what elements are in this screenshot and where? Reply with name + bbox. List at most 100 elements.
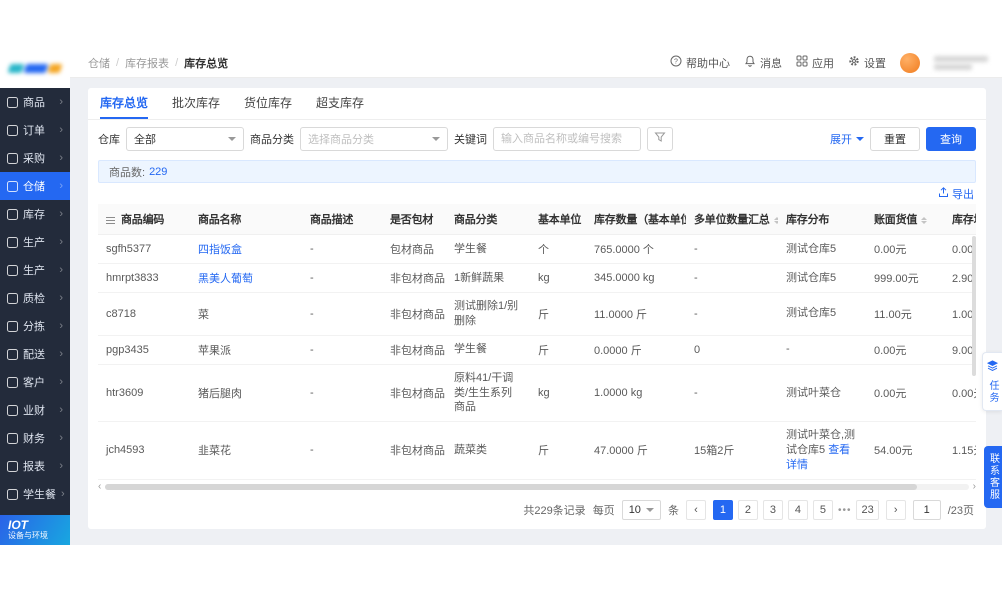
cell-value: 0.00元	[866, 234, 944, 264]
sidebar-item-6[interactable]: 生产 ›	[0, 256, 70, 284]
column-header-10[interactable]: 库存均价	[944, 204, 976, 235]
sidebar-item-11[interactable]: 业财 ›	[0, 396, 70, 424]
sidebar-item-5[interactable]: 生产 ›	[0, 228, 70, 256]
product-name-link[interactable]: 四指饭盒	[198, 244, 242, 256]
column-header-6[interactable]: 库存数量（基本单位）	[586, 204, 686, 235]
sidebar-item-label: 采购	[23, 153, 45, 165]
cell-name: 猪后腿肉	[190, 364, 302, 423]
pager-ellipsis[interactable]: •••	[838, 505, 852, 516]
chevron-right-icon: ›	[59, 207, 63, 220]
tasks-float-button[interactable]: 任务	[982, 352, 1002, 411]
chevron-right-icon: ›	[59, 403, 63, 416]
export-button[interactable]: 导出	[938, 186, 974, 202]
breadcrumb-separator: /	[175, 56, 179, 69]
column-header-8: 库存分布	[778, 204, 866, 235]
sidebar-item-9[interactable]: 配送 ›	[0, 340, 70, 368]
sidebar-item-3[interactable]: 仓储 ›	[0, 172, 70, 200]
column-settings-icon[interactable]	[106, 216, 115, 224]
sort-icon[interactable]	[773, 216, 778, 224]
tab-0[interactable]: 库存总览	[100, 88, 149, 119]
page-button-1[interactable]: 1	[712, 500, 733, 520]
column-header-2: 商品描述	[302, 204, 382, 235]
tab-1[interactable]: 批次库存	[172, 88, 220, 119]
vertical-scrollbar-thumb[interactable]	[972, 236, 976, 376]
next-page-button[interactable]: ›	[885, 500, 906, 520]
svg-text:?: ?	[674, 58, 678, 65]
sidebar-item-8[interactable]: 分拣 ›	[0, 312, 70, 340]
prev-page-button[interactable]: ‹	[685, 500, 706, 520]
sidebar-item-label: 订单	[23, 125, 45, 137]
sidebar-item-7[interactable]: 质检 ›	[0, 284, 70, 312]
horizontal-scrollbar-thumb[interactable]	[105, 483, 917, 490]
help-center-button[interactable]: ? 帮助中心	[670, 55, 730, 71]
sidebar-item-2[interactable]: 采购 ›	[0, 144, 70, 172]
expand-toggle[interactable]: 展开	[830, 131, 864, 147]
cell-unit: 斤	[530, 479, 586, 481]
cell-category: 学生餐	[446, 335, 530, 365]
column-header-7[interactable]: 多单位数量汇总	[686, 204, 778, 235]
chevron-right-icon: ›	[59, 431, 63, 444]
chevron-right-icon: ›	[59, 375, 63, 388]
per-page-unit: 条	[667, 505, 679, 517]
inventory-card: 库存总览 批次库存 货位库存 超支库存 仓库 全部 商品分类 选择商品分类 关键词	[88, 88, 986, 529]
tab-3[interactable]: 超支库存	[316, 88, 364, 119]
page-button-23[interactable]: 23	[856, 500, 879, 520]
tab-2[interactable]: 货位库存	[244, 88, 292, 119]
sidebar-item-10[interactable]: 客户 ›	[0, 368, 70, 396]
tab-bar: 库存总览 批次库存 货位库存 超支库存	[88, 88, 986, 120]
user-name[interactable]	[934, 55, 988, 70]
iot-panel[interactable]: IOT 设备与环境	[0, 515, 70, 545]
reset-button[interactable]: 重置	[870, 127, 920, 151]
chevron-right-icon: ›	[59, 95, 63, 108]
apps-button[interactable]: 应用	[796, 55, 834, 71]
sort-icon[interactable]	[921, 216, 928, 224]
category-select[interactable]: 选择商品分类	[300, 127, 448, 151]
page-button-3[interactable]: 3	[762, 500, 783, 520]
cell-code: htr3609	[98, 364, 190, 423]
chevron-down-icon	[432, 137, 440, 141]
page-button-5[interactable]: 5	[812, 500, 833, 520]
cell-packaging: 包材商品	[382, 234, 446, 264]
sidebar-item-0[interactable]: 商品 ›	[0, 88, 70, 116]
sidebar-item-14[interactable]: 学生餐 ›	[0, 480, 70, 508]
cell-packaging: 非包材商品	[382, 292, 446, 336]
cell-code: jch4593	[98, 421, 190, 480]
filter-funnel-button[interactable]	[647, 127, 673, 151]
horizontal-scrollbar[interactable]	[105, 483, 969, 490]
app-logo[interactable]	[0, 48, 70, 88]
breadcrumb-item-0[interactable]: 仓储	[88, 55, 110, 71]
sidebar-item-4[interactable]: 库存 ›	[0, 200, 70, 228]
breadcrumb-item-1[interactable]: 库存报表	[125, 55, 169, 71]
search-button[interactable]: 查询	[926, 127, 976, 151]
scroll-left-arrow[interactable]: ‹	[98, 481, 101, 492]
avatar[interactable]	[900, 52, 920, 73]
warehouse-select[interactable]: 全部	[126, 127, 244, 151]
sidebar-item-13[interactable]: 报表 ›	[0, 452, 70, 480]
settings-button[interactable]: 设置	[848, 55, 886, 71]
page-size-select[interactable]: 10	[621, 500, 661, 520]
keyword-input[interactable]	[493, 127, 641, 151]
orders-icon	[7, 124, 18, 136]
sidebar-item-12[interactable]: 财务 ›	[0, 424, 70, 452]
warehouse-icon	[7, 180, 18, 192]
page-jump-input[interactable]	[912, 500, 941, 520]
table-row: htr3609 猪后腿肉 - 非包材商品 原料41/干调类/生生系列商品 kg 1.0000…	[98, 364, 976, 423]
product-name-link[interactable]: 黑美人葡萄	[198, 273, 253, 285]
view-details-link[interactable]: 查看详情	[786, 444, 850, 471]
sidebar-item-label: 质检	[23, 293, 45, 305]
messages-button[interactable]: 消息	[744, 55, 782, 71]
table-header-row: 商品编码商品名称商品描述是否包材商品分类基本单位库存数量（基本单位）多单位数量汇…	[98, 204, 976, 235]
customer-service-float-button[interactable]: 联系客服	[984, 446, 1002, 508]
cell-category: 蔬菜类	[446, 421, 530, 480]
cell-multi: 0	[686, 335, 778, 365]
sidebar-item-1[interactable]: 订单 ›	[0, 116, 70, 144]
column-header-9[interactable]: 账面货值	[866, 204, 944, 235]
vertical-scrollbar[interactable]	[972, 236, 976, 477]
page-button-2[interactable]: 2	[737, 500, 758, 520]
page-button-4[interactable]: 4	[787, 500, 808, 520]
cell-dist: 测试仓库5	[778, 292, 866, 336]
cell-dist: 测试叶菜仓,测试仓库5 查看详情	[778, 421, 866, 480]
breadcrumb-item-2: 库存总览	[184, 57, 229, 70]
cell-category: 1新鲜蔬果	[446, 263, 530, 293]
scroll-right-arrow[interactable]: ›	[973, 481, 976, 492]
